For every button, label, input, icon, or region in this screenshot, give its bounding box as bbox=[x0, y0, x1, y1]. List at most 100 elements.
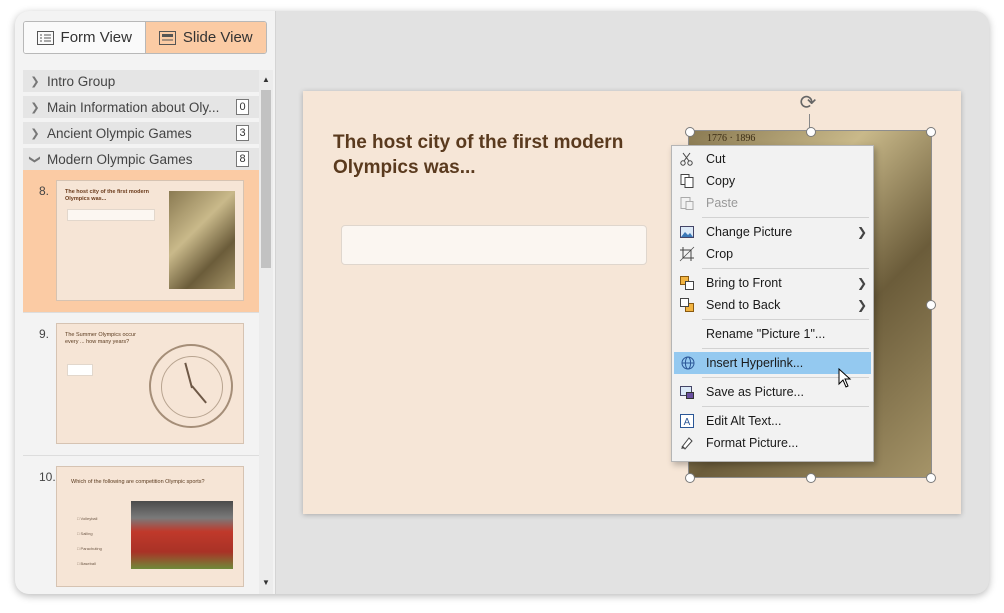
menu-item-cut[interactable]: Cut bbox=[672, 148, 873, 170]
slide-view-label: Slide View bbox=[182, 29, 253, 46]
svg-text:A: A bbox=[684, 417, 691, 428]
context-menu: Cut Copy Paste Change Picture ❯ Crop Bri… bbox=[671, 145, 874, 462]
resize-handle-bottom-left[interactable] bbox=[685, 473, 695, 483]
group-count-badge: 3 bbox=[236, 125, 249, 141]
thumb-question: Which of the following are competition O… bbox=[71, 479, 205, 485]
form-view-button[interactable]: Form View bbox=[24, 22, 146, 53]
slide-item-10[interactable]: 10. Which of the following are competiti… bbox=[23, 456, 259, 590]
menu-separator bbox=[702, 406, 869, 407]
chevron-right-icon: ❯ bbox=[30, 101, 40, 114]
group-label: Main Information about Oly... bbox=[47, 99, 220, 115]
menu-item-change-picture[interactable]: Change Picture ❯ bbox=[672, 221, 873, 243]
thumb-stadium-picture bbox=[131, 501, 233, 569]
slide-view-icon bbox=[158, 30, 176, 45]
group-intro[interactable]: ❯ Intro Group bbox=[23, 70, 259, 92]
menu-separator bbox=[702, 268, 869, 269]
paste-icon bbox=[672, 195, 702, 211]
menu-item-bring-to-front[interactable]: Bring to Front ❯ bbox=[672, 272, 873, 294]
answer-input[interactable] bbox=[341, 225, 647, 265]
slide-thumbnail: The host city of the first modern Olympi… bbox=[56, 180, 244, 301]
copy-icon bbox=[672, 173, 702, 189]
slide-view-button[interactable]: Slide View bbox=[145, 22, 266, 53]
form-view-icon bbox=[36, 30, 54, 45]
menu-separator bbox=[702, 348, 869, 349]
thumb-answer-field bbox=[67, 364, 93, 376]
resize-handle-top-right[interactable] bbox=[926, 127, 936, 137]
resize-handle-bottom[interactable] bbox=[806, 473, 816, 483]
outline-scrollbar[interactable]: ▲ ▼ bbox=[259, 70, 273, 594]
scroll-up-icon[interactable]: ▲ bbox=[262, 75, 270, 84]
thumb-options: □ Volleyball □ Sailing □ Parachuting □ B… bbox=[77, 516, 102, 566]
slide-thumbnail: The Summer Olympics occur every ... how … bbox=[56, 323, 244, 444]
menu-item-format-picture[interactable]: Format Picture... bbox=[672, 432, 873, 454]
group-main-information[interactable]: ❯ Main Information about Oly... 0 bbox=[23, 96, 259, 118]
thumb-question: The Summer Olympics occur every ... how … bbox=[65, 332, 136, 345]
slide-number: 9. bbox=[39, 327, 50, 341]
save-picture-icon bbox=[672, 384, 702, 400]
group-count-badge: 0 bbox=[236, 99, 249, 115]
resize-handle-top[interactable] bbox=[806, 127, 816, 137]
left-panel: Form View Slide View ❯ Intro Group ❯ Mai… bbox=[15, 11, 276, 594]
send-to-back-icon bbox=[672, 297, 702, 313]
menu-label: Crop bbox=[706, 247, 734, 261]
chevron-right-icon: ❯ bbox=[30, 75, 40, 88]
scissors-icon bbox=[672, 151, 702, 167]
resize-handle-top-left[interactable] bbox=[685, 127, 695, 137]
menu-item-crop[interactable]: Crop bbox=[672, 243, 873, 265]
thumb-option: Sailing bbox=[80, 531, 93, 536]
submenu-arrow-icon: ❯ bbox=[857, 276, 868, 290]
mouse-cursor-icon bbox=[838, 368, 852, 388]
menu-label: Rename "Picture 1"... bbox=[706, 327, 826, 341]
menu-label: Copy bbox=[706, 174, 736, 188]
hyperlink-icon bbox=[674, 355, 702, 371]
scroll-down-icon[interactable]: ▼ bbox=[262, 578, 270, 587]
menu-separator bbox=[702, 319, 869, 320]
group-count-badge: 8 bbox=[236, 151, 249, 167]
slide-item-8[interactable]: 8. The host city of the first modern Oly… bbox=[23, 170, 259, 313]
menu-item-edit-alt-text[interactable]: A Edit Alt Text... bbox=[672, 410, 873, 432]
menu-item-copy[interactable]: Copy bbox=[672, 170, 873, 192]
slide-item-9[interactable]: 9. The Summer Olympics occur every ... h… bbox=[23, 313, 259, 456]
resize-handle-right[interactable] bbox=[926, 300, 936, 310]
view-toggle: Form View Slide View bbox=[23, 21, 267, 54]
resize-handle-bottom-right[interactable] bbox=[926, 473, 936, 483]
menu-label: Cut bbox=[706, 152, 726, 166]
menu-label: Bring to Front bbox=[706, 276, 782, 290]
menu-label: Change Picture bbox=[706, 225, 793, 239]
submenu-arrow-icon: ❯ bbox=[857, 225, 868, 239]
scroll-thumb[interactable] bbox=[261, 90, 271, 268]
chevron-right-icon: ❯ bbox=[30, 127, 40, 140]
menu-label: Format Picture... bbox=[706, 436, 799, 450]
chevron-down-icon: ❯ bbox=[28, 154, 41, 164]
thumb-picture bbox=[169, 191, 235, 289]
slide-number: 8. bbox=[39, 184, 50, 198]
group-modern-olympic-games[interactable]: ❯ Modern Olympic Games 8 bbox=[23, 148, 259, 170]
group-label: Modern Olympic Games bbox=[47, 151, 193, 167]
change-picture-icon bbox=[672, 224, 702, 240]
menu-item-rename[interactable]: Rename "Picture 1"... bbox=[672, 323, 873, 345]
clock-icon bbox=[149, 344, 233, 428]
question-text[interactable]: The host city of the first modern Olympi… bbox=[333, 130, 663, 180]
crop-icon bbox=[672, 246, 702, 262]
menu-separator bbox=[702, 217, 869, 218]
alt-text-icon: A bbox=[672, 413, 702, 429]
bring-to-front-icon bbox=[672, 275, 702, 291]
group-ancient-olympic-games[interactable]: ❯ Ancient Olympic Games 3 bbox=[23, 122, 259, 144]
thumb-question: The host city of the first modern Olympi… bbox=[65, 189, 150, 202]
menu-item-send-to-back[interactable]: Send to Back ❯ bbox=[672, 294, 873, 316]
thumb-option: Volleyball bbox=[80, 516, 98, 521]
form-view-label: Form View bbox=[60, 29, 132, 46]
submenu-arrow-icon: ❯ bbox=[857, 298, 868, 312]
group-label: Intro Group bbox=[47, 73, 116, 89]
slide-number: 10. bbox=[39, 470, 56, 484]
thumb-option: Baseball bbox=[80, 561, 96, 566]
menu-label: Edit Alt Text... bbox=[706, 414, 782, 428]
menu-item-paste[interactable]: Paste bbox=[672, 192, 873, 214]
thumb-option: Parachuting bbox=[80, 546, 102, 551]
rotate-icon[interactable]: ⟳ bbox=[797, 92, 819, 114]
slide-outline: ❯ Intro Group ❯ Main Information about O… bbox=[23, 70, 259, 590]
thumb-answer-field bbox=[67, 209, 155, 221]
menu-label: Send to Back bbox=[706, 298, 781, 312]
picture-year-caption: 1776 · 1896 bbox=[707, 133, 756, 144]
slide-thumbnail: Which of the following are competition O… bbox=[56, 466, 244, 587]
